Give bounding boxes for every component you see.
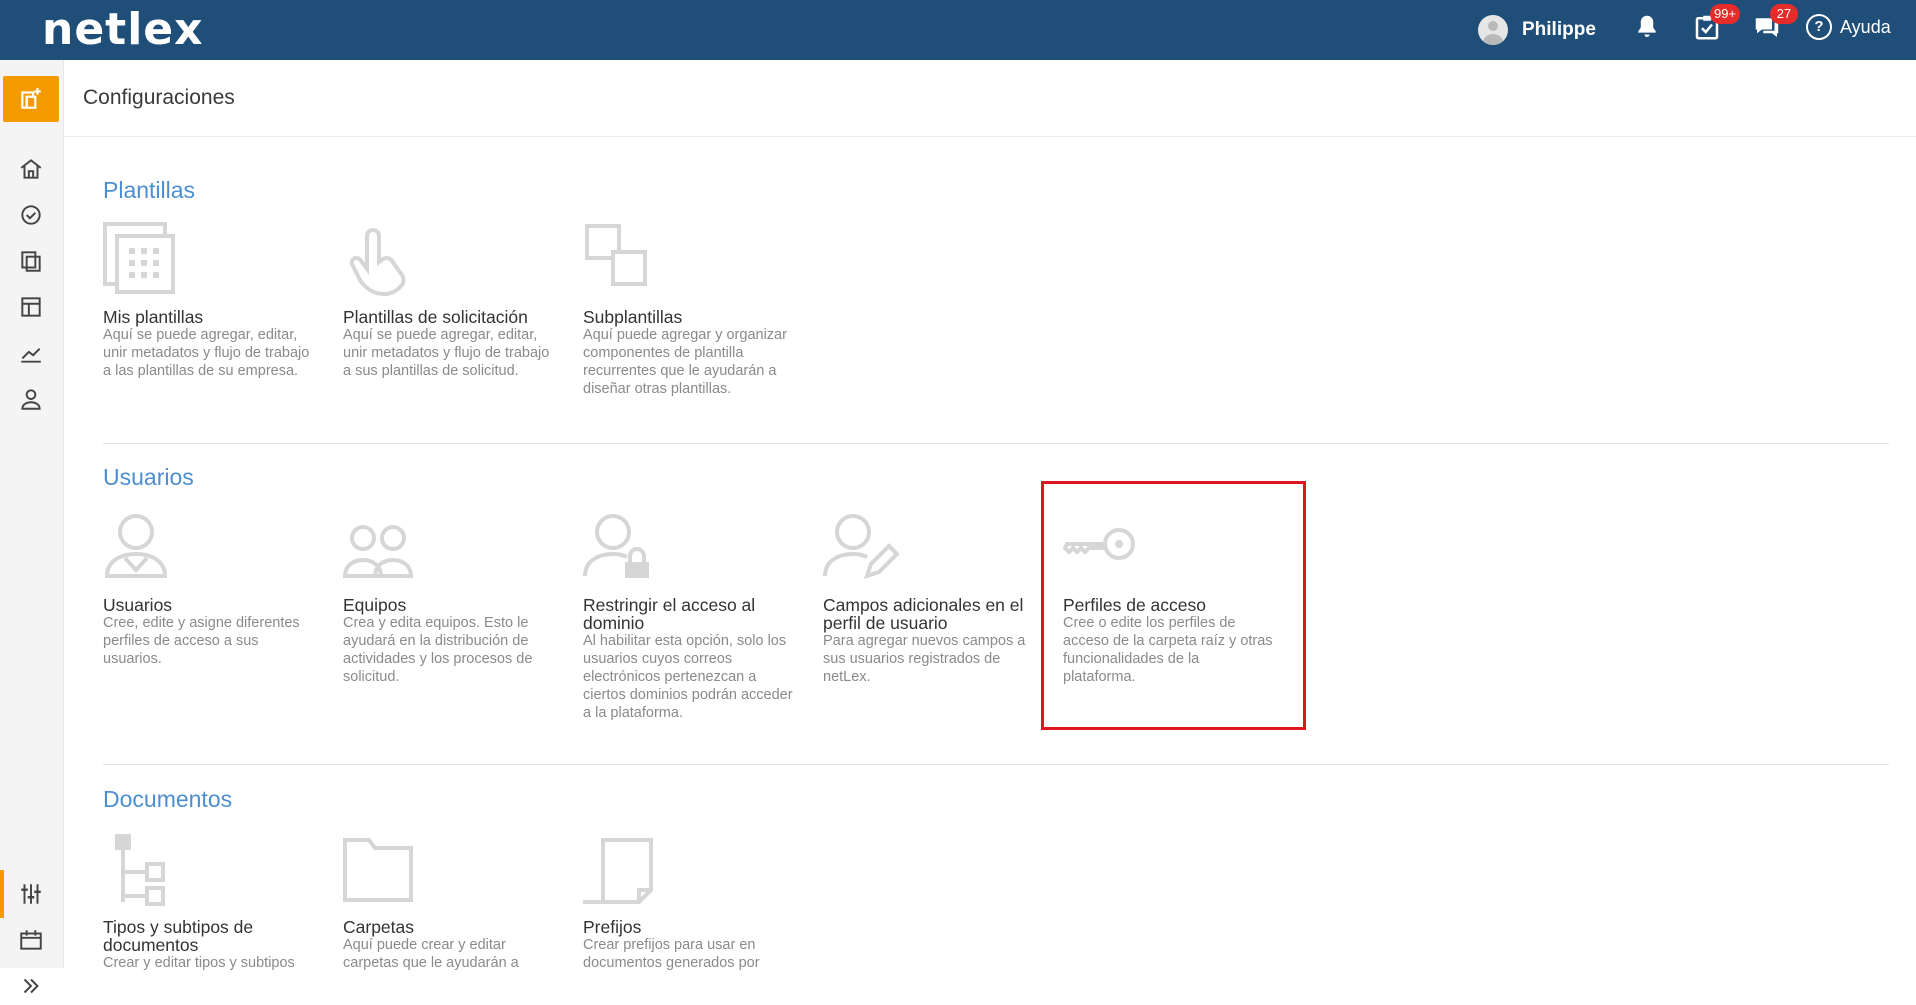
card-description: Al habilitar esta opción, solo los usuar…	[583, 633, 793, 721]
page-header: Configuraciones	[63, 60, 1916, 137]
templates-icon[interactable]	[12, 288, 50, 326]
card-carpetas[interactable]: Carpetas Aquí puede crear y editar carpe…	[343, 832, 553, 971]
user-name: Philippe	[1522, 19, 1596, 40]
card-title: Subplantillas	[583, 307, 683, 327]
card-description: Crear prefijos para usar en documentos g…	[583, 937, 760, 971]
new-document-button[interactable]	[3, 76, 59, 122]
messages-icon[interactable]: 27	[1752, 4, 1798, 46]
team-icon	[342, 510, 423, 590]
top-bar: netlex Philippe 99+ 27 ? Ayuda	[0, 0, 1916, 60]
template-grid-icon	[103, 222, 183, 302]
user-edit-icon	[823, 510, 903, 590]
document-prefix-icon	[583, 832, 663, 912]
netlex-logo[interactable]: netlex	[42, 6, 204, 54]
hierarchy-icon	[103, 832, 183, 912]
user-icon	[103, 510, 183, 590]
card-description: Crea y edita equipos. Esto le ayudará en…	[343, 615, 533, 685]
card-description: Cree, edite y asigne diferentes perfiles…	[103, 615, 300, 667]
card-description: Para agregar nuevos campos a sus usuario…	[823, 633, 1026, 685]
card-title: Prefijos	[583, 917, 642, 937]
calendar-icon[interactable]	[12, 921, 50, 959]
card-title: Carpetas	[343, 917, 415, 937]
card-restringir-acceso-dominio[interactable]: Restringir el acceso al dominio Al habil…	[583, 510, 793, 730]
tasks-badge: 99+	[1710, 4, 1741, 24]
help-icon: ?	[1806, 14, 1832, 40]
card-description: Cree o edite los perfiles de acceso de l…	[1063, 615, 1273, 685]
settings-sliders-icon[interactable]	[12, 875, 50, 913]
hand-pointer-icon	[343, 222, 423, 302]
active-indicator	[0, 870, 4, 918]
messages-badge: 27	[1770, 4, 1798, 24]
section-divider	[103, 764, 1889, 765]
help-label: Ayuda	[1840, 16, 1891, 37]
subtemplate-squares-icon	[583, 222, 663, 302]
profile-icon[interactable]	[12, 380, 50, 418]
card-title: Campos adicionales en el perfil de usuar…	[823, 595, 1024, 633]
user-lock-icon	[583, 510, 663, 590]
reports-chart-icon[interactable]	[12, 334, 50, 372]
help-link[interactable]: ? Ayuda	[1806, 14, 1891, 40]
notifications-bell-icon[interactable]	[1632, 12, 1666, 46]
expand-sidebar-icon[interactable]	[12, 967, 50, 1005]
card-description: Aquí puede crear y editar carpetas que l…	[343, 937, 519, 971]
card-title: Restringir el acceso al dominio	[583, 595, 756, 633]
page-title: Configuraciones	[83, 86, 235, 109]
left-sidebar	[0, 60, 64, 994]
section-divider	[103, 443, 1889, 444]
key-icon	[1062, 510, 1143, 590]
home-icon[interactable]	[12, 150, 50, 188]
section-title-documentos: Documentos	[103, 786, 233, 812]
card-title: Equipos	[343, 595, 407, 615]
card-title: Tipos y subtipos de documentos	[103, 917, 254, 955]
card-title: Mis plantillas	[103, 307, 204, 327]
card-title: Plantillas de solicitación	[343, 307, 528, 327]
card-description: Aquí puede agregar y organizar component…	[583, 327, 787, 397]
documents-icon[interactable]	[12, 242, 50, 280]
dashboard-check-icon[interactable]	[12, 196, 50, 234]
section-title-usuarios: Usuarios	[103, 464, 194, 490]
card-plantillas-de-solicitacion[interactable]: Plantillas de solicitación Aquí se puede…	[343, 222, 553, 402]
card-prefijos[interactable]: Prefijos Crear prefijos para usar en doc…	[583, 832, 793, 971]
card-usuarios[interactable]: Usuarios Cree, edite y asigne diferentes…	[103, 510, 313, 710]
section-title-plantillas: Plantillas	[103, 177, 196, 203]
card-title: Perfiles de acceso	[1063, 595, 1206, 615]
card-perfiles-de-acceso[interactable]: Perfiles de acceso Cree o edite los perf…	[1062, 510, 1273, 710]
card-equipos[interactable]: Equipos Crea y edita equipos. Esto le ay…	[342, 510, 553, 710]
card-title: Usuarios	[103, 595, 173, 615]
card-description: Aquí se puede agregar, editar, unir meta…	[103, 327, 310, 379]
card-tipos-y-subtipos[interactable]: Tipos y subtipos de documentos Crear y e…	[103, 832, 313, 971]
tasks-icon[interactable]: 99+	[1692, 4, 1741, 46]
card-subplantillas[interactable]: Subplantillas Aquí puede agregar y organ…	[583, 222, 793, 402]
card-campos-adicionales[interactable]: Campos adicionales en el perfil de usuar…	[823, 510, 1033, 710]
folder-icon	[343, 832, 423, 912]
card-description: Aquí se puede agregar, editar, unir meta…	[343, 327, 550, 379]
new-document-icon	[21, 88, 41, 109]
card-mis-plantillas[interactable]: Mis plantillas Aquí se puede agregar, ed…	[103, 222, 313, 402]
card-description: Crear y editar tipos y subtipos	[103, 955, 295, 971]
avatar	[1478, 15, 1508, 45]
user-menu[interactable]: Philippe	[1478, 14, 1596, 46]
